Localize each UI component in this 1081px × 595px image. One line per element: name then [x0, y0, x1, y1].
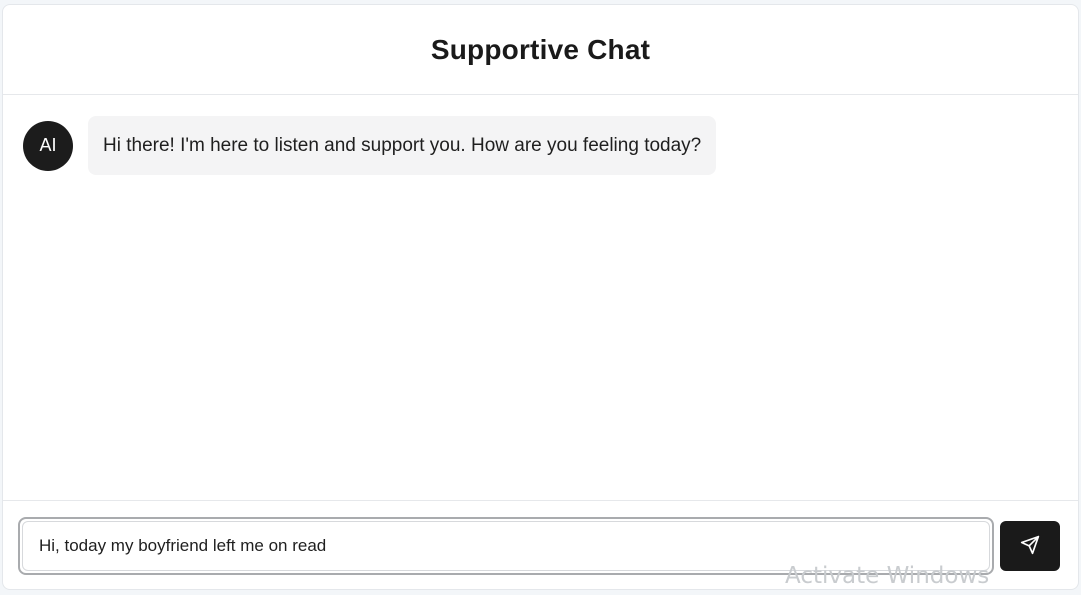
message-input[interactable]: [22, 521, 990, 571]
page-title: Supportive Chat: [430, 33, 651, 65]
message-list: AI Hi there! I'm here to listen and supp…: [3, 95, 1078, 500]
assistant-message-bubble: Hi there! I'm here to listen and support…: [88, 116, 717, 175]
send-icon: [1020, 535, 1040, 558]
message-row-assistant: AI Hi there! I'm here to listen and supp…: [23, 116, 717, 175]
message-composer: [3, 500, 1078, 589]
send-button[interactable]: [1000, 521, 1060, 571]
chat-header: Supportive Chat: [3, 5, 1078, 95]
ai-avatar: AI: [23, 120, 73, 171]
chat-app: Supportive Chat AI Hi there! I'm here to…: [2, 4, 1079, 590]
message-input-focus-ring: [18, 517, 994, 575]
